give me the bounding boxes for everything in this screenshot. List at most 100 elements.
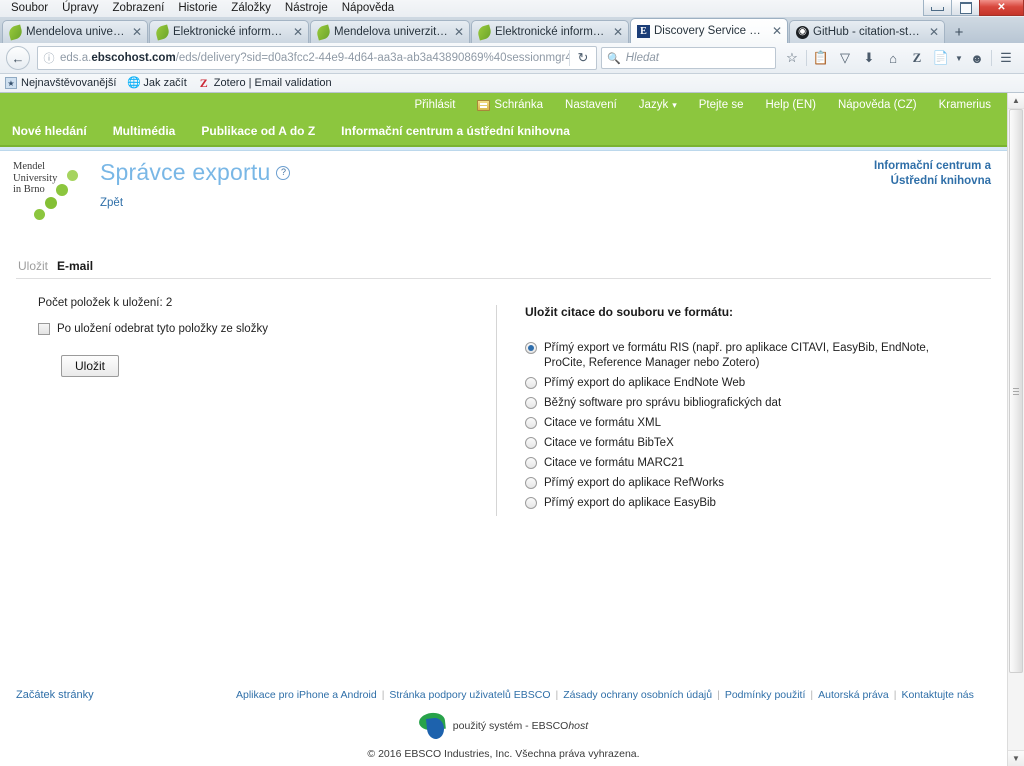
help-icon[interactable]: ? bbox=[276, 166, 291, 180]
main-content: Uložit E-mail Počet položek k uložení: 2 … bbox=[0, 253, 1007, 516]
format-option-marc21[interactable]: Citace ve formátu MARC21 bbox=[525, 456, 991, 471]
browser-tab-4[interactable]: Elektronické informační z... ✕ bbox=[471, 20, 629, 43]
browser-tab-1[interactable]: Mendelova univerzita v B... ✕ bbox=[2, 20, 148, 43]
mendel-university-logo[interactable]: Mendel University in Brno bbox=[12, 159, 90, 220]
format-option-easybib[interactable]: Přímý export do aplikace EasyBib bbox=[525, 496, 991, 511]
download-icon[interactable]: ⬇ bbox=[857, 46, 881, 70]
tab-close-icon[interactable]: ✕ bbox=[131, 26, 143, 38]
tab-title: Mendelova univerzita v B... bbox=[26, 26, 126, 38]
clipboard-icon[interactable]: 📋 bbox=[809, 46, 833, 70]
footer-link-privacy[interactable]: Zásady ochrany osobních údajů bbox=[558, 689, 717, 701]
menu-item-napoveda[interactable]: Nápověda bbox=[335, 1, 401, 17]
format-option-xml[interactable]: Citace ve formátu XML bbox=[525, 416, 991, 431]
browser-tab-strip: Mendelova univerzita v B... ✕ Elektronic… bbox=[0, 17, 1024, 43]
scroll-up-arrow-icon[interactable]: ▲ bbox=[1008, 93, 1024, 109]
save-button[interactable]: Uložit bbox=[61, 355, 120, 377]
utility-link-schranka[interactable]: Schránka bbox=[477, 99, 543, 111]
browser-window: Soubor Úpravy Zobrazení Historie Záložky… bbox=[0, 0, 1024, 766]
reload-icon[interactable]: ↻ bbox=[569, 50, 596, 66]
browser-tab-5-active[interactable]: E Discovery Service Mendel... ✕ bbox=[630, 18, 788, 43]
tab-close-icon[interactable]: ✕ bbox=[453, 26, 465, 38]
radio-marc21[interactable] bbox=[525, 457, 537, 469]
radio-ris[interactable] bbox=[525, 342, 537, 354]
library-name-link[interactable]: Informační centrum a Ústřední knihovna bbox=[839, 159, 991, 189]
footer-link-contact[interactable]: Kontaktujte nás bbox=[896, 689, 978, 701]
page-viewport: Přihlásit Schránka Nastavení Jazyk ▾ Ptej… bbox=[0, 93, 1024, 766]
utility-link-help-en[interactable]: Help (EN) bbox=[765, 99, 815, 111]
radio-xml[interactable] bbox=[525, 417, 537, 429]
format-option-bibliographic-software[interactable]: Běžný software pro správu bibliografický… bbox=[525, 396, 991, 411]
utility-link-napoveda-cz[interactable]: Nápověda (CZ) bbox=[838, 99, 917, 111]
radio-easybib[interactable] bbox=[525, 497, 537, 509]
format-option-label: Přímý export do aplikace EasyBib bbox=[544, 497, 716, 509]
star-icon[interactable]: ☆ bbox=[780, 46, 804, 70]
radio-bibtex[interactable] bbox=[525, 437, 537, 449]
utility-link-jazyk[interactable]: Jazyk ▾ bbox=[639, 99, 677, 111]
new-tab-button[interactable]: + bbox=[946, 21, 972, 43]
pocket-icon[interactable]: ▽ bbox=[833, 46, 857, 70]
remove-items-checkbox[interactable] bbox=[38, 323, 50, 335]
bookmark-most-visited[interactable]: ★ Nejnavštěvovanější bbox=[5, 77, 116, 89]
tab-title: Elektronické informační z... bbox=[173, 26, 287, 38]
browser-tab-3[interactable]: Mendelova univerzita v B... ✕ bbox=[310, 20, 470, 43]
radio-bibliographic-software[interactable] bbox=[525, 397, 537, 409]
footer-link-support[interactable]: Stránka podpory uživatelů EBSCO bbox=[384, 689, 555, 701]
radio-endnote-web[interactable] bbox=[525, 377, 537, 389]
site-info-icon[interactable]: ⓘ bbox=[38, 50, 60, 66]
tab-close-icon[interactable]: ✕ bbox=[771, 25, 783, 37]
nav-link-informacni-centrum[interactable]: Informační centrum a ústřední knihovna bbox=[341, 124, 570, 138]
home-icon[interactable]: ⌂ bbox=[881, 46, 905, 70]
scrollbar-track[interactable] bbox=[1008, 109, 1024, 750]
footer-link-terms[interactable]: Podmínky použití bbox=[720, 689, 811, 701]
zotero-icon[interactable]: Z bbox=[905, 46, 929, 70]
scroll-down-arrow-icon[interactable]: ▼ bbox=[1008, 750, 1024, 766]
utility-link-prihlasit[interactable]: Přihlásit bbox=[415, 99, 456, 111]
back-button[interactable]: ← bbox=[6, 46, 30, 70]
utility-link-nastaveni[interactable]: Nastavení bbox=[565, 99, 617, 111]
tab-close-icon[interactable]: ✕ bbox=[928, 26, 940, 38]
remove-items-checkbox-row[interactable]: Po uložení odebrat tyto položky ze složk… bbox=[38, 323, 496, 335]
menu-item-upravy[interactable]: Úpravy bbox=[55, 1, 105, 17]
tab-email[interactable]: E-mail bbox=[57, 259, 93, 273]
toolbar-divider bbox=[991, 50, 992, 66]
footer-link-copyright-policy[interactable]: Autorská práva bbox=[813, 689, 894, 701]
bookmark-zotero[interactable]: Z Zotero | Email validation bbox=[198, 77, 332, 89]
format-option-endnote-web[interactable]: Přímý export do aplikace EndNote Web bbox=[525, 376, 991, 391]
right-panel: Uložit citace do souboru ve formátu: Pří… bbox=[496, 305, 991, 516]
footer-link-mobile-apps[interactable]: Aplikace pro iPhone a Android bbox=[231, 689, 382, 701]
browser-tab-2[interactable]: Elektronické informační z... ✕ bbox=[149, 20, 309, 43]
utility-link-ptejte-se[interactable]: Ptejte se bbox=[699, 99, 744, 111]
menu-item-nastroje[interactable]: Nástroje bbox=[278, 1, 335, 17]
menu-item-historie[interactable]: Historie bbox=[171, 1, 224, 17]
browser-tab-6[interactable]: ◉ GitHub - citation-style-la... ✕ bbox=[789, 20, 945, 43]
nav-link-nove-hledani[interactable]: Nové hledání bbox=[12, 124, 87, 138]
dropdown-icon[interactable]: ▼ bbox=[953, 46, 965, 70]
folder-icon bbox=[477, 99, 491, 111]
address-bar[interactable]: ⓘ eds.a.ebscohost.com/eds/delivery?sid=d… bbox=[37, 46, 597, 70]
menu-item-zalozky[interactable]: Záložky bbox=[224, 1, 278, 17]
nav-link-multimedia[interactable]: Multimédia bbox=[113, 124, 176, 138]
utility-link-kramerius[interactable]: Kramerius bbox=[939, 99, 991, 111]
menu-item-soubor[interactable]: Soubor bbox=[4, 1, 55, 17]
back-to-top-link[interactable]: Začátek stránky bbox=[16, 689, 231, 701]
minimize-button[interactable] bbox=[923, 0, 952, 16]
tab-close-icon[interactable]: ✕ bbox=[292, 26, 304, 38]
nav-link-publikace-a-z[interactable]: Publikace od A do Z bbox=[201, 124, 315, 138]
format-option-refworks[interactable]: Přímý export do aplikace RefWorks bbox=[525, 476, 991, 491]
scrollbar-thumb[interactable] bbox=[1009, 109, 1023, 674]
maximize-button[interactable] bbox=[951, 0, 980, 16]
tab-close-icon[interactable]: ✕ bbox=[612, 26, 624, 38]
format-option-bibtex[interactable]: Citace ve formátu BibTeX bbox=[525, 436, 991, 451]
close-button[interactable]: ✕ bbox=[979, 0, 1024, 16]
smiley-icon[interactable]: ☻ bbox=[965, 46, 989, 70]
hamburger-menu-icon[interactable]: ☰ bbox=[994, 46, 1018, 70]
back-link[interactable]: Zpět bbox=[100, 197, 991, 209]
format-option-ris[interactable]: Přímý export ve formátu RIS (např. pro a… bbox=[525, 341, 991, 371]
menu-item-zobrazeni[interactable]: Zobrazení bbox=[106, 1, 172, 17]
reader-icon[interactable]: 📄 bbox=[929, 46, 953, 70]
browser-search-box[interactable]: 🔍 Hledat bbox=[601, 47, 776, 69]
page-scrollbar[interactable]: ▲ ▼ bbox=[1007, 93, 1024, 766]
bookmark-get-started[interactable]: 🌐 Jak začít bbox=[127, 77, 186, 89]
radio-refworks[interactable] bbox=[525, 477, 537, 489]
tab-ulozit[interactable]: Uložit bbox=[18, 259, 48, 273]
